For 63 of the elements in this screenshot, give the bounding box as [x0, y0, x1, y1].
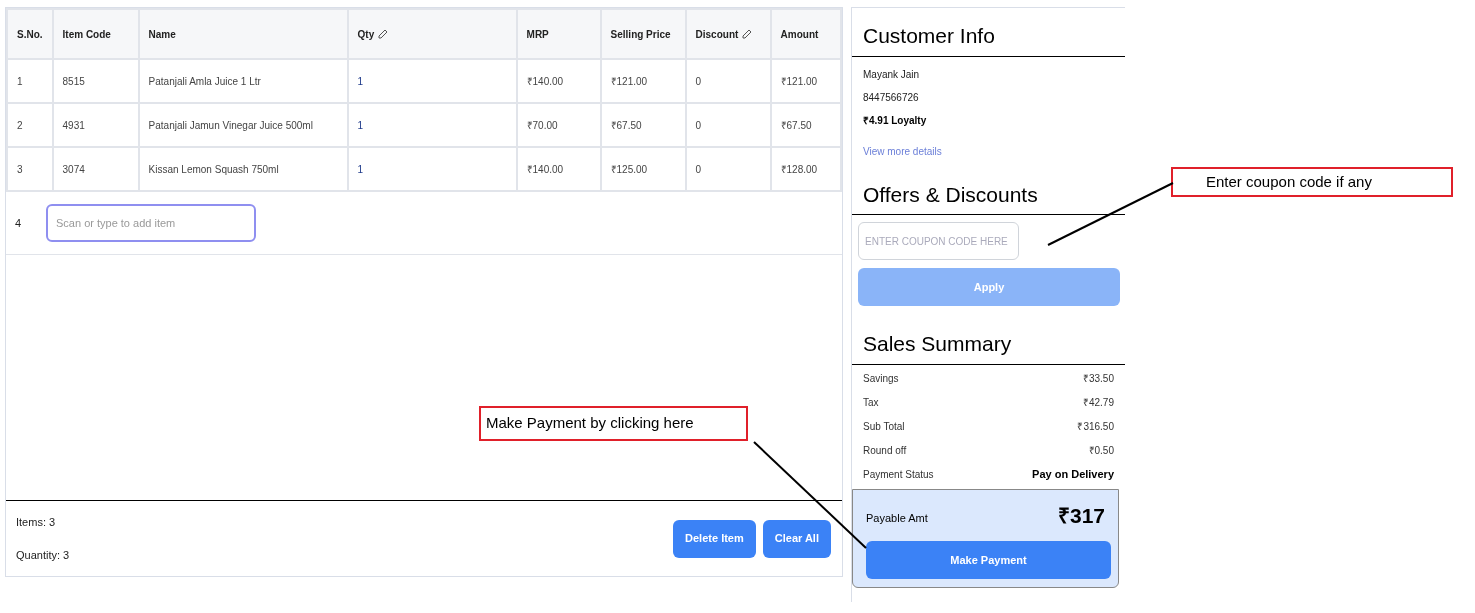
table-cell: 3074 — [52, 147, 139, 191]
annotation-callout: Enter coupon code if any — [1171, 167, 1453, 197]
summary-value: ₹42.79 — [1082, 395, 1114, 410]
view-details-link[interactable]: View more details — [863, 143, 1114, 159]
section-title: Offers & Discounts — [852, 158, 1125, 215]
table-cell: ₹121.00 — [770, 59, 841, 103]
column-header: Item Code — [52, 9, 139, 59]
table-cell: 0 — [685, 59, 771, 103]
table-cell: 2 — [7, 103, 53, 147]
quantity-count: Quantity: 3 — [16, 547, 70, 563]
table-cell: 0 — [685, 147, 771, 191]
table-cell: ₹70.00 — [516, 103, 601, 147]
payment-status: Pay on Delivery — [1032, 466, 1114, 482]
summary-label: Savings — [863, 371, 899, 386]
column-header: Qty — [347, 9, 517, 59]
coupon-code-field[interactable]: ENTER COUPON CODE HERE — [858, 222, 1019, 260]
section-title: Customer Info — [852, 8, 1125, 57]
column-header: Discount — [685, 9, 771, 59]
loyalty-balance: ₹4.91 Loyalty — [863, 113, 928, 128]
column-header: MRP — [516, 9, 601, 59]
summary-value: ₹0.50 — [1088, 443, 1114, 458]
column-header: S.No. — [7, 9, 53, 59]
table-cell: 1 — [7, 59, 53, 103]
table-cell: Patanjali Jamun Vinegar Juice 500ml — [138, 103, 348, 147]
payable-label: Payable Amt — [866, 511, 928, 526]
table-cell: Patanjali Amla Juice 1 Ltr — [138, 59, 348, 103]
customer-name: Mayank Jain — [863, 67, 921, 82]
summary-label: Tax — [863, 395, 879, 410]
summary-value: ₹316.50 — [1077, 419, 1114, 434]
pencil-icon — [742, 28, 753, 39]
table-cell: ₹67.50 — [600, 103, 686, 147]
make-payment-button[interactable]: Make Payment — [866, 541, 1111, 579]
table-cell: Kissan Lemon Squash 750ml — [138, 147, 348, 191]
table-cell: ₹125.00 — [600, 147, 686, 191]
customer-phone: 8447566726 — [863, 90, 920, 105]
table-cell: 1 — [347, 103, 517, 147]
table-cell: 3 — [7, 147, 53, 191]
items-count: Items: 3 — [16, 515, 57, 530]
delete-item-button[interactable]: Delete Item — [673, 519, 756, 558]
summary-value: ₹33.50 — [1082, 371, 1114, 386]
section-title: Sales Summary — [852, 306, 1125, 365]
table-cell: ₹121.00 — [600, 59, 686, 103]
table-cell: 4931 — [52, 103, 139, 147]
table-cell: 8515 — [52, 59, 139, 103]
table-cell: 0 — [685, 103, 771, 147]
table-cell: 1 — [347, 147, 517, 191]
add-item-field[interactable]: Scan or type to add item — [46, 204, 256, 242]
pencil-icon — [378, 28, 389, 39]
summary-label: Payment Status — [863, 467, 934, 482]
annotation-callout: Make Payment by clicking here — [479, 406, 748, 441]
table-cell: ₹140.00 — [516, 59, 601, 103]
summary-label: Sub Total — [863, 419, 905, 434]
table-cell: ₹140.00 — [516, 147, 601, 191]
table-cell: ₹67.50 — [770, 103, 841, 147]
table-cell: ₹128.00 — [770, 147, 841, 191]
summary-label: Round off — [863, 443, 907, 458]
table-cell: 1 — [347, 59, 517, 103]
column-header: Amount — [770, 9, 841, 59]
column-header: Name — [138, 9, 348, 59]
clear-all-button[interactable]: Clear All — [762, 519, 831, 558]
row-number: 4 — [14, 215, 23, 231]
payable-amount: ₹317 — [1057, 502, 1105, 529]
column-header: Selling Price — [600, 9, 686, 59]
